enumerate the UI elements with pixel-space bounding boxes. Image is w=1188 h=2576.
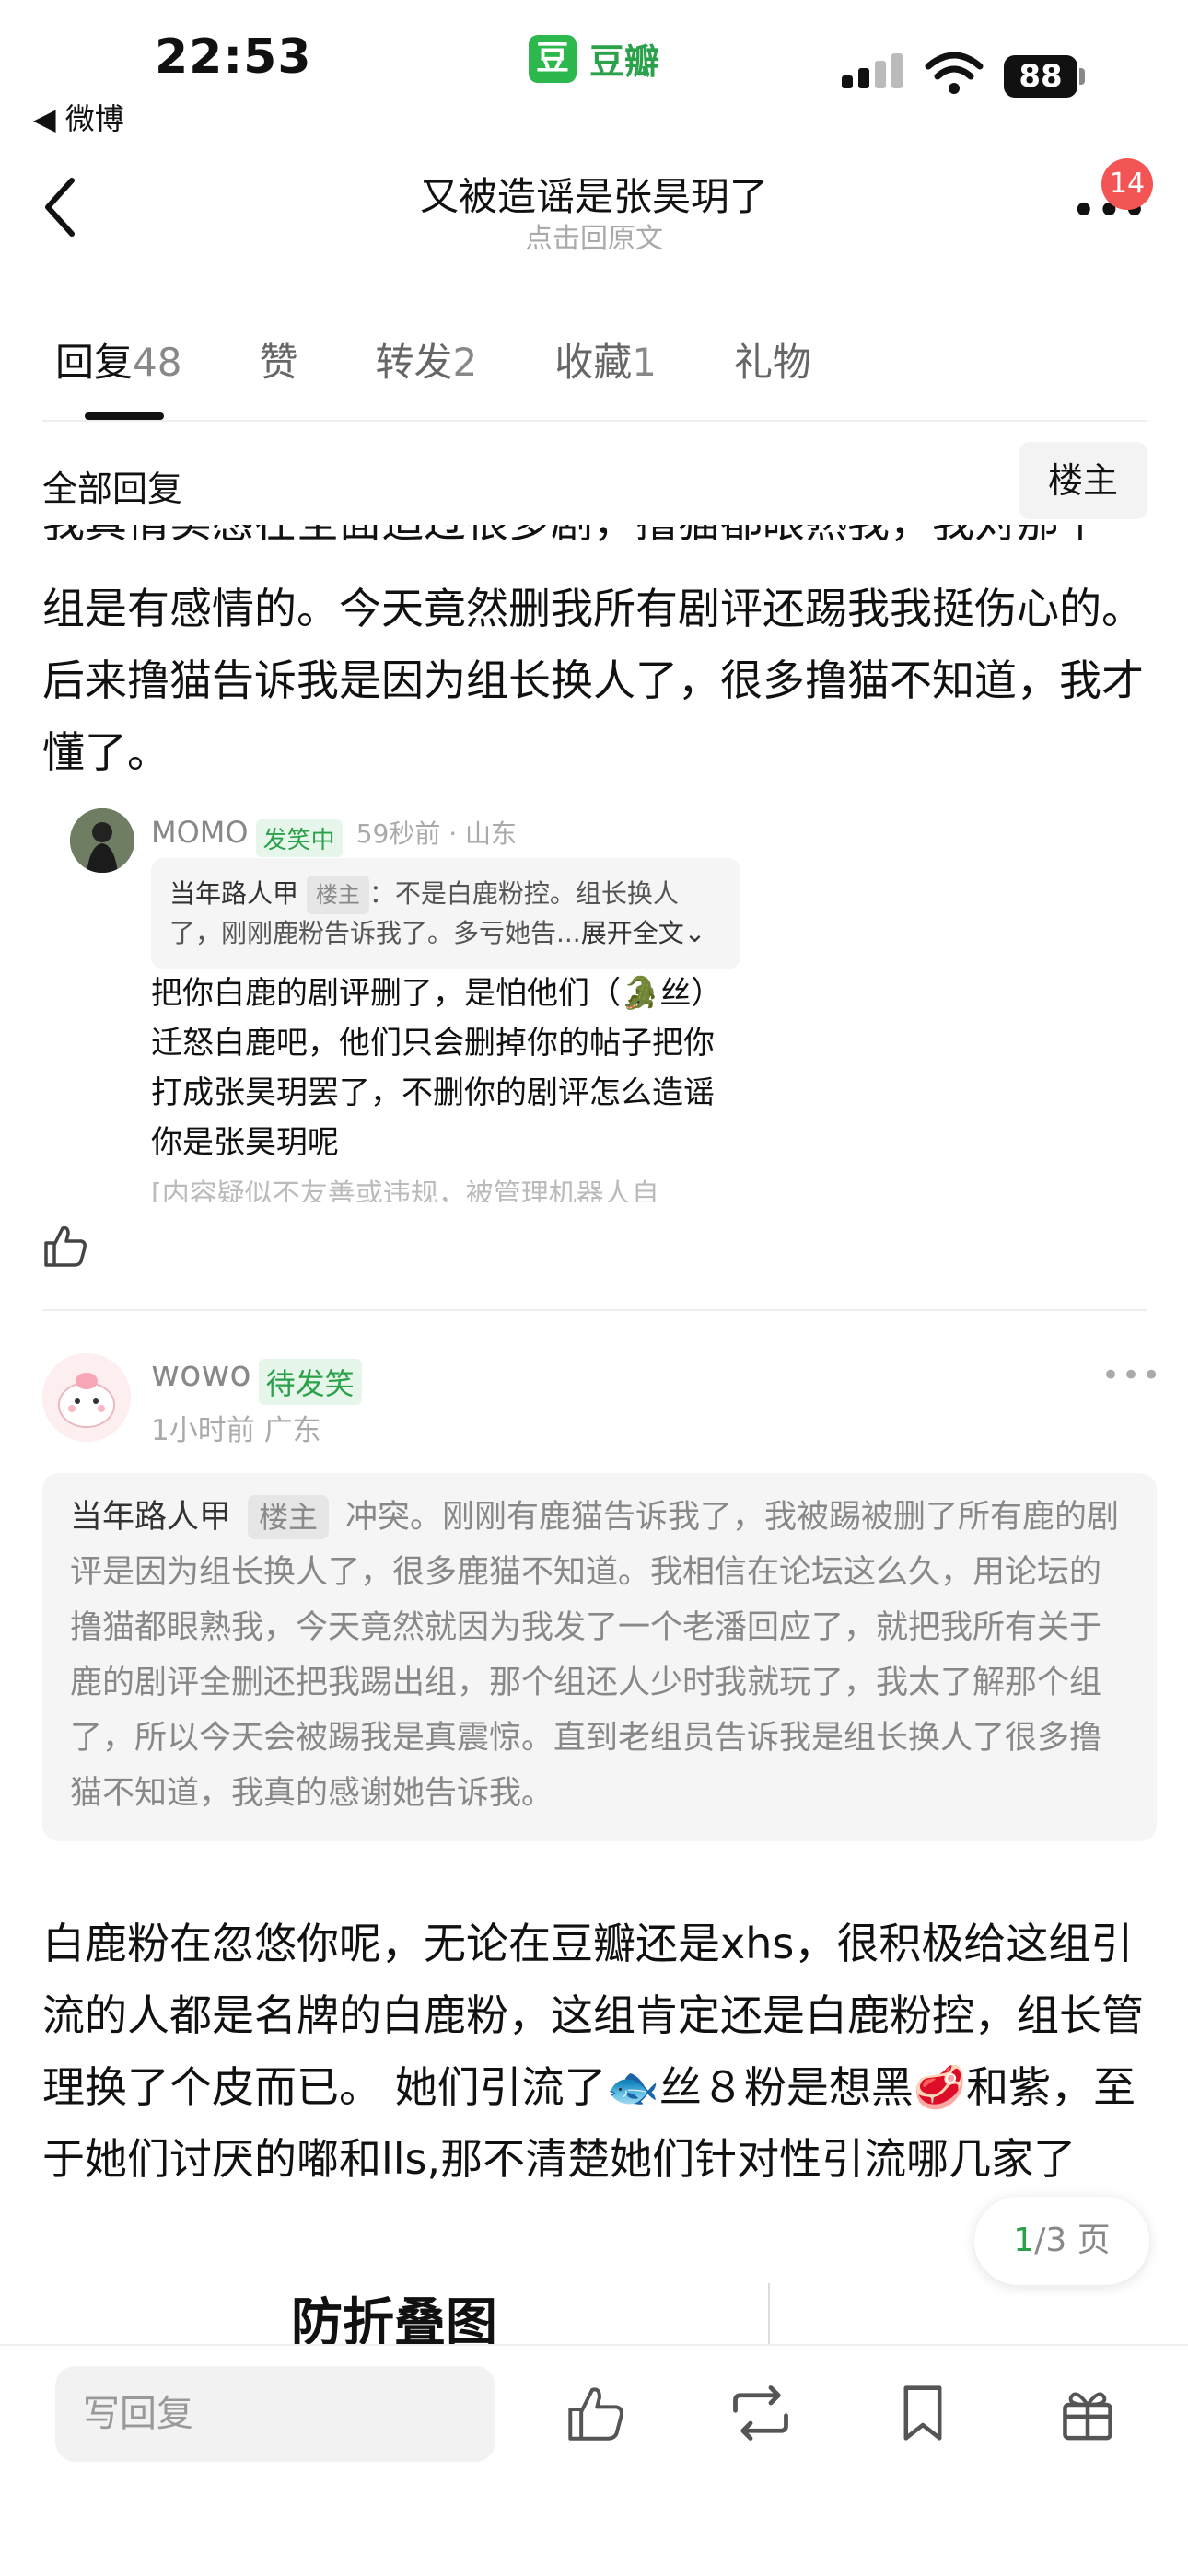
tab-gifts[interactable]: 礼物 [734,331,811,388]
reply-header: MOMO 发笑中 59秒前 · 山东 [151,814,517,857]
moderation-notice: [内容疑似不友善或违规，被管理机器人自 [151,1178,659,1202]
avatar[interactable] [42,1353,131,1442]
expand-full-text-link[interactable]: 展开全文 [581,918,684,948]
gift-icon[interactable] [1059,2383,1116,2443]
reply-meta: 59秒前 · 山东 [355,818,518,849]
quoted-reply[interactable]: 当年路人甲 楼主 冲突。刚刚有鹿猫告诉我了，我被踢被删了所有鹿的剧评是因为组长换人了… [42,1473,1157,1841]
chevron-down-icon: ⌄ [683,918,706,948]
tab-replies[interactable]: 回复48 [55,331,181,388]
bookmark-icon[interactable] [899,2383,947,2443]
douban-logo-icon: 豆 [529,34,577,83]
repost-icon[interactable] [728,2383,794,2443]
tab-likes[interactable]: 赞 [259,331,297,388]
tab-collections[interactable]: 收藏1 [554,331,657,388]
reply-more-button[interactable]: ••• [1101,1357,1162,1394]
notification-badge: 14 [1101,158,1153,210]
avatar-image [42,1353,131,1442]
tab-bar: 回复48 赞 转发2 收藏1 礼物 [55,331,889,388]
quote-author: 当年路人甲 [70,1499,232,1536]
avatar-image [70,808,134,873]
reply-username[interactable]: wowo [151,1353,251,1394]
post-clipped-line: 我真情实感在全面追过很多剧，撸猫都眼熟我，我对那个 [42,525,1147,558]
quote-author: 当年路人甲 [169,878,299,909]
reply-text: 把你白鹿的剧评删了，是怕他们（🐊丝）迁怒白鹿吧，他们只会删掉你的帖子把你打成张昊… [151,975,723,1161]
reply-input[interactable]: 写回复 [55,2366,495,2462]
image-edge [768,2283,770,2344]
tab-reposts[interactable]: 转发2 [375,331,477,388]
quote-op-tag: 楼主 [248,1495,330,1539]
brand-name: 豆瓣 [589,41,660,82]
back-to-original-link[interactable]: 点击回原文 [0,215,1188,256]
wifi-icon [925,52,984,94]
filter-op-only-button[interactable]: 楼主 [1019,442,1147,519]
quote-text: 冲突。刚刚有鹿猫告诉我了，我被踢被删了所有鹿的剧评是因为组长换人了，很多鹿猫不知… [70,1499,1120,1812]
user-status-tag: 发笑中 [255,819,343,857]
douban-brand: 豆 豆瓣 [529,33,659,84]
reply-meta: 1小时前 广东 [151,1414,321,1447]
tabs-divider [42,420,1147,422]
quote-op-tag: 楼主 [306,876,369,914]
fold-image-caption: 防折叠图 [291,2293,497,2344]
reply-username[interactable]: MOMO [151,815,249,850]
page-title[interactable]: 又被造谣是张昊玥了 [0,166,1188,222]
status-time: 22:53 [155,29,312,85]
reply-text: 白鹿粉在忽悠你呢，无论在豆瓣还是xhs，很积极给这组引流的人都是名牌的白鹿粉，这… [42,1919,1144,2184]
reply-divider [42,1309,1147,1311]
reply-header: wowo 待发笑 [151,1353,362,1405]
quoted-reply[interactable]: 当年路人甲 楼主 ：不是白鹿粉控。组长换人了，刚刚鹿粉告诉我了。多亏她告...展开… [151,858,740,969]
back-to-app-link[interactable]: ◀ 微博 [33,96,124,138]
avatar[interactable] [70,808,134,873]
page-indicator[interactable]: 1/3 页 [974,2197,1149,2285]
active-tab-indicator [85,412,164,420]
post-text: 组是有感情的。今天竟然删我所有剧评还踢我我挺伤心的。后来撸猫告诉我是因为组长换人… [42,584,1144,777]
user-status-tag: 待发笑 [258,1358,362,1405]
battery-tip [1079,68,1085,85]
thumbs-up-icon[interactable] [42,1223,88,1269]
battery-indicator: 88 [1004,55,1077,98]
filter-all-replies[interactable]: 全部回复 [42,460,182,511]
cellular-signal-icon [842,53,903,88]
like-icon[interactable] [565,2383,626,2443]
